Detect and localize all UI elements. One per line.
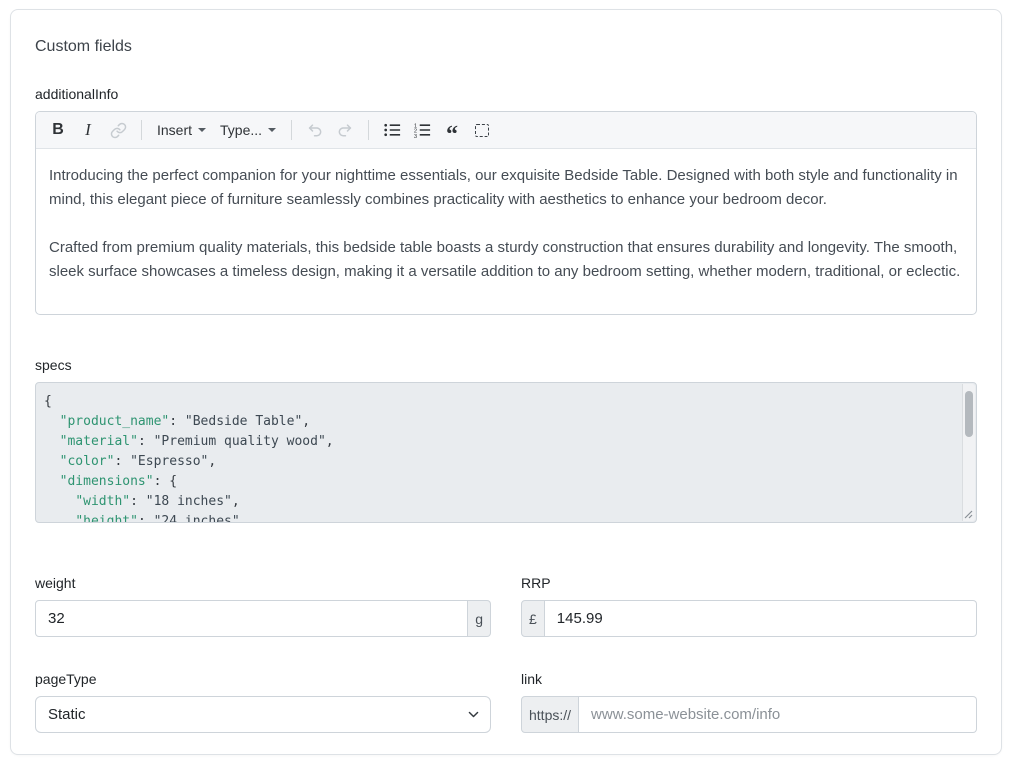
link-input-group: https:// xyxy=(521,696,977,733)
weight-unit-addon: g xyxy=(468,600,491,637)
caret-down-icon xyxy=(268,128,276,132)
numbered-list-icon[interactable]: 123 xyxy=(408,116,436,144)
currency-addon: £ xyxy=(521,600,545,637)
specs-code-editor[interactable]: { "product_name": "Bedside Table", "mate… xyxy=(35,382,977,523)
toolbar-divider xyxy=(141,120,142,140)
pagetype-link-row: pageType Static link https:// xyxy=(35,671,977,733)
page-type-field: pageType Static xyxy=(35,671,491,733)
undo-icon[interactable] xyxy=(301,116,329,144)
page-type-label: pageType xyxy=(35,671,491,688)
italic-button[interactable]: I xyxy=(74,116,102,144)
custom-fields-card: Custom fields additionalInfo B I Insert … xyxy=(10,9,1002,755)
specs-label: specs xyxy=(35,357,977,374)
link-input[interactable] xyxy=(579,696,977,733)
link-field: link https:// xyxy=(521,671,977,733)
weight-label: weight xyxy=(35,575,491,592)
editor-paragraph: Crafted from premium quality materials, … xyxy=(49,236,963,284)
additional-info-label: additionalInfo xyxy=(35,86,977,103)
blockquote-icon[interactable]: “ xyxy=(438,116,466,144)
link-label: link xyxy=(521,671,977,688)
redo-icon[interactable] xyxy=(331,116,359,144)
bullet-list-icon[interactable] xyxy=(378,116,406,144)
weight-input[interactable] xyxy=(35,600,468,637)
page-type-select-wrap: Static xyxy=(35,696,491,733)
insert-dropdown[interactable]: Insert xyxy=(151,116,212,144)
rich-text-editor: B I Insert Type... xyxy=(35,111,977,315)
weight-field: weight g xyxy=(35,575,491,637)
weight-input-group: g xyxy=(35,600,491,637)
card-title: Custom fields xyxy=(35,38,977,56)
insert-dropdown-label: Insert xyxy=(157,122,192,138)
scrollbar-thumb[interactable] xyxy=(965,391,973,437)
specs-field: specs { "product_name": "Bedside Table",… xyxy=(35,357,977,523)
bold-button[interactable]: B xyxy=(44,116,72,144)
vertical-scrollbar[interactable] xyxy=(962,384,975,521)
toolbar-divider xyxy=(368,120,369,140)
rrp-field: RRP £ xyxy=(521,575,977,637)
editor-content[interactable]: Introducing the perfect companion for yo… xyxy=(36,149,976,314)
specs-code: { "product_name": "Bedside Table", "mate… xyxy=(44,392,952,523)
caret-down-icon xyxy=(198,128,206,132)
editor-paragraph: Introducing the perfect companion for yo… xyxy=(49,164,963,212)
editor-toolbar: B I Insert Type... xyxy=(36,112,976,149)
protocol-addon: https:// xyxy=(521,696,579,733)
weight-rrp-row: weight g RRP £ xyxy=(35,575,977,637)
rrp-input-group: £ xyxy=(521,600,977,637)
rrp-input[interactable] xyxy=(545,600,977,637)
rrp-label: RRP xyxy=(521,575,977,592)
link-icon[interactable] xyxy=(104,116,132,144)
toolbar-divider xyxy=(291,120,292,140)
svg-text:3: 3 xyxy=(414,134,417,139)
type-dropdown[interactable]: Type... xyxy=(214,116,282,144)
show-blocks-icon[interactable] xyxy=(468,116,496,144)
type-dropdown-label: Type... xyxy=(220,122,262,138)
dashed-square-shape xyxy=(475,124,489,137)
page-type-select[interactable]: Static xyxy=(35,696,491,733)
resize-handle-icon[interactable] xyxy=(962,508,973,519)
